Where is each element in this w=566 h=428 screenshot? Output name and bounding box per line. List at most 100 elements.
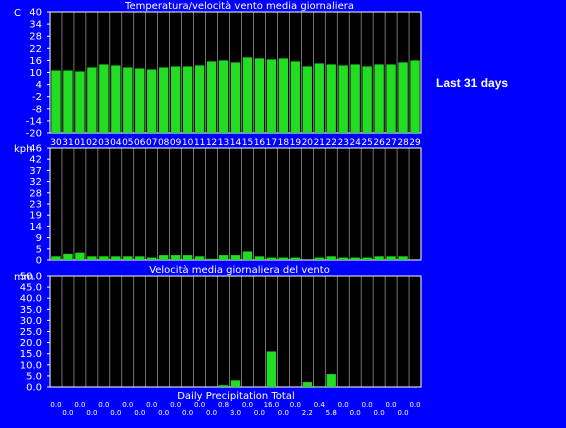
bar bbox=[338, 257, 348, 260]
precip-value-label: 0.0 bbox=[110, 409, 121, 417]
plot-area bbox=[50, 148, 421, 260]
bar bbox=[135, 68, 145, 133]
y-tick-label: 30.0 bbox=[20, 316, 42, 327]
y-tick-label: 45.0 bbox=[20, 283, 42, 294]
x-tick-label: 24 bbox=[349, 138, 361, 148]
y-tick-label: 19 bbox=[29, 211, 42, 222]
bar bbox=[230, 62, 241, 133]
precip-value-label: 0.0 bbox=[397, 409, 408, 417]
y-tick-label: 25.0 bbox=[20, 327, 42, 338]
y-tick-label: 14 bbox=[29, 222, 42, 233]
precip-value-label: 0.0 bbox=[194, 401, 205, 409]
precip-value-label: 0.0 bbox=[206, 409, 217, 417]
x-tick-label: 10 bbox=[182, 138, 194, 148]
y-tick-label: 0 bbox=[36, 256, 42, 267]
x-tick-label: 21 bbox=[314, 138, 325, 148]
x-tick-label: 27 bbox=[385, 138, 396, 148]
y-tick-label: 9 bbox=[36, 233, 42, 244]
bar bbox=[278, 58, 289, 134]
bar bbox=[230, 255, 241, 260]
unit-label: C bbox=[14, 8, 21, 19]
bar bbox=[159, 67, 169, 133]
chart-panel-3: 50.045.040.035.030.025.020.015.010.05.00… bbox=[14, 264, 422, 417]
bar bbox=[266, 59, 277, 134]
precip-value-label: 0.0 bbox=[254, 409, 265, 417]
x-tick-label: 15 bbox=[242, 138, 253, 148]
bar bbox=[386, 256, 396, 260]
x-tick-label: 26 bbox=[373, 138, 385, 148]
bar bbox=[314, 257, 324, 260]
bar bbox=[218, 385, 229, 387]
y-tick-label: 15.0 bbox=[20, 349, 42, 360]
y-tick-label: 34 bbox=[29, 20, 42, 31]
precip-value-label: 0.0 bbox=[386, 401, 397, 409]
y-tick-label: 28 bbox=[29, 188, 42, 199]
bar bbox=[302, 382, 312, 387]
bar bbox=[398, 256, 408, 260]
y-tick-label: 22 bbox=[29, 44, 42, 55]
bar bbox=[410, 60, 420, 133]
precip-value-label: 0.0 bbox=[374, 409, 385, 417]
x-tick-label: 07 bbox=[146, 138, 157, 148]
bar bbox=[290, 257, 301, 260]
precip-value-label: 16.0 bbox=[264, 401, 280, 409]
precip-value-label: 0.0 bbox=[242, 401, 253, 409]
precip-value-label: 0.0 bbox=[62, 409, 73, 417]
x-tick-label: 29 bbox=[409, 138, 421, 148]
x-tick-label: 18 bbox=[278, 138, 290, 148]
x-tick-label: 01 bbox=[74, 138, 85, 148]
bar bbox=[290, 61, 301, 133]
x-tick-label: 11 bbox=[194, 138, 205, 148]
precip-value-label: 0.0 bbox=[409, 401, 420, 409]
bar bbox=[111, 65, 121, 133]
bar bbox=[63, 70, 73, 133]
x-tick-label: 22 bbox=[326, 138, 337, 148]
unit-label: kph bbox=[14, 144, 32, 155]
y-tick-label: -8 bbox=[32, 104, 42, 115]
bar bbox=[194, 256, 205, 260]
x-tick-label: 28 bbox=[397, 138, 409, 148]
y-tick-label: 35.0 bbox=[20, 305, 42, 316]
x-tick-label: 16 bbox=[254, 138, 266, 148]
bar bbox=[386, 64, 396, 133]
x-tick-label: 13 bbox=[218, 138, 229, 148]
precip-value-label: 0.0 bbox=[74, 401, 85, 409]
chart-panel-1: 4034282216104-2-8-14-20CTemperatura/velo… bbox=[14, 0, 422, 148]
precip-value-label: 3.0 bbox=[230, 409, 241, 417]
bar bbox=[362, 257, 372, 260]
bar bbox=[63, 253, 73, 260]
precip-value-label: 0.0 bbox=[338, 401, 349, 409]
bar bbox=[326, 256, 336, 260]
bar bbox=[87, 256, 97, 260]
bar bbox=[338, 65, 348, 133]
x-tick-label: 05 bbox=[122, 138, 133, 148]
bar bbox=[230, 380, 241, 387]
bar bbox=[206, 258, 217, 260]
bar bbox=[374, 64, 384, 133]
y-tick-label: 0.0 bbox=[26, 383, 42, 394]
bar bbox=[206, 61, 217, 133]
precip-value-label: 0.0 bbox=[122, 401, 133, 409]
x-tick-label: 19 bbox=[290, 138, 302, 148]
bar bbox=[99, 64, 109, 133]
bar bbox=[147, 69, 157, 133]
bar bbox=[75, 71, 85, 133]
y-tick-label: 40 bbox=[29, 8, 42, 19]
unit-label: mm bbox=[14, 272, 33, 283]
y-tick-label: -20 bbox=[26, 129, 42, 140]
bar bbox=[350, 257, 360, 260]
x-tick-label: 20 bbox=[302, 138, 314, 148]
bar bbox=[350, 64, 360, 133]
x-tick-label: 14 bbox=[230, 138, 242, 148]
y-tick-label: 10.0 bbox=[20, 360, 42, 371]
x-tick-label: 17 bbox=[266, 138, 277, 148]
precip-value-label: 5.8 bbox=[326, 409, 337, 417]
precip-value-label: 0.0 bbox=[146, 401, 157, 409]
bar bbox=[159, 255, 169, 260]
x-tick-label: 04 bbox=[110, 138, 122, 148]
bar bbox=[302, 66, 312, 133]
chart-title: Velocità media giornaliera del vento bbox=[149, 264, 330, 276]
period-label: Last 31 days bbox=[436, 76, 509, 90]
bar bbox=[51, 256, 61, 260]
bar bbox=[266, 257, 277, 260]
